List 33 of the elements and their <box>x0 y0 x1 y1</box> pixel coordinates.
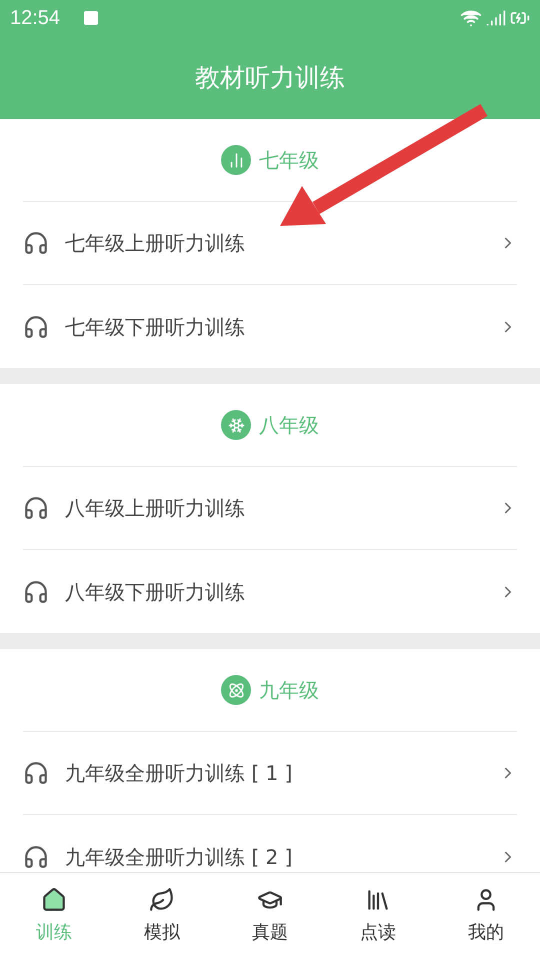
signal-icon <box>486 8 506 28</box>
nav-tab[interactable]: 点读 <box>324 873 432 960</box>
notification-icon <box>84 11 98 25</box>
course-row[interactable]: 七年级下册听力训练 <box>23 285 517 368</box>
course-title: 八年级下册听力训练 <box>65 578 245 606</box>
grade-title: 七年级 <box>259 147 319 174</box>
leaf-icon <box>149 887 175 913</box>
course-title: 七年级下册听力训练 <box>65 314 245 340</box>
headphones-icon <box>23 844 49 870</box>
course-row[interactable]: 八年级下册听力训练 <box>23 550 517 633</box>
status-time: 12:54 <box>10 6 60 31</box>
course-title: 九年级全册听力训练 [ 1 ] <box>65 760 292 787</box>
atom-icon <box>221 675 251 705</box>
course-row[interactable]: 九年级全册听力训练 [ 1 ] <box>23 732 517 815</box>
snowflake-icon <box>221 410 251 440</box>
headphones-icon <box>23 495 49 521</box>
course-title: 七年级上册听力训练 <box>65 230 245 257</box>
headphones-icon <box>23 314 49 340</box>
nav-tab[interactable]: 模拟 <box>108 873 216 960</box>
header-title: 教材听力训练 <box>195 62 345 94</box>
grade-title: 九年级 <box>259 677 319 704</box>
headphones-icon <box>23 760 49 786</box>
grade-title: 八年级 <box>259 412 319 439</box>
course-title: 九年级全册听力训练 [ 2 ] <box>65 844 292 870</box>
course-title: 八年级上册听力训练 <box>65 495 245 522</box>
headphones-icon <box>23 230 49 256</box>
headphones-icon <box>23 578 49 604</box>
course-row[interactable]: 八年级上册听力训练 <box>23 467 517 550</box>
course-row[interactable]: 九年级全册听力训练 [ 2 ] <box>23 815 517 872</box>
chart-icon <box>221 145 251 175</box>
nav-tab[interactable]: 我的 <box>432 873 540 960</box>
house-icon <box>41 887 67 913</box>
nav-tab[interactable]: 真题 <box>216 873 324 960</box>
